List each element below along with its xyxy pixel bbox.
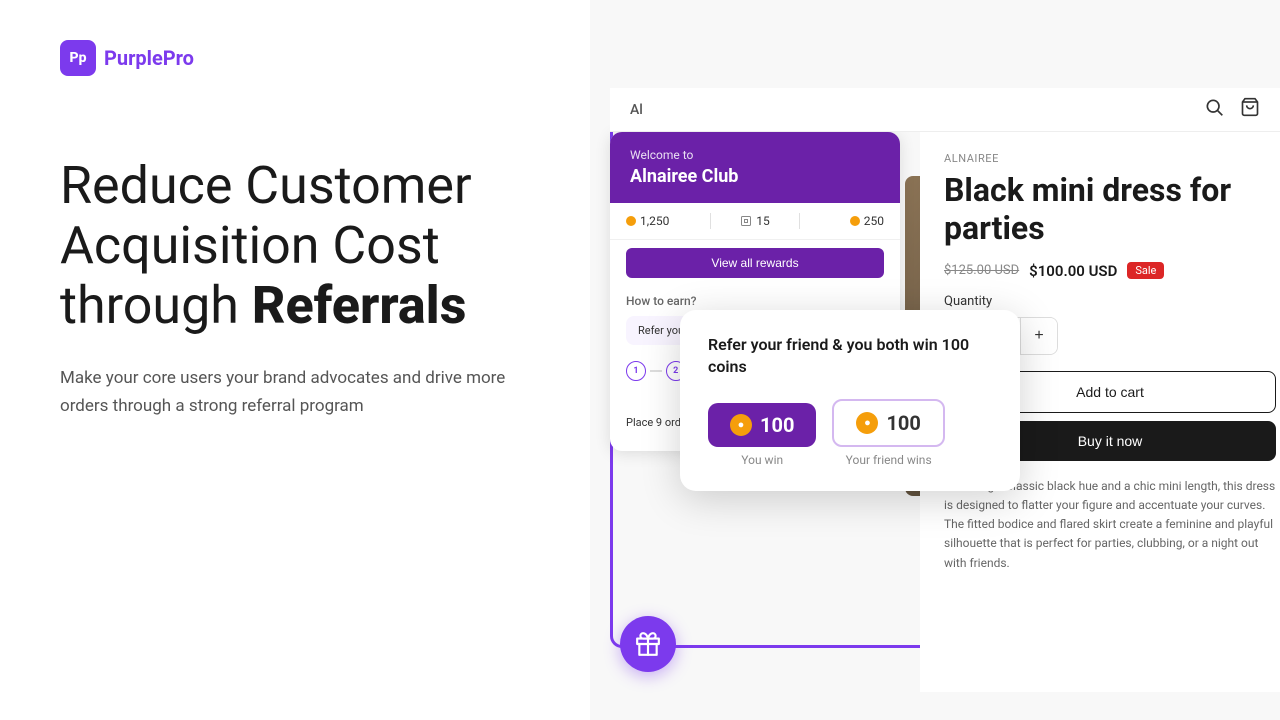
loyalty-header: Welcome to Alnairee Club: [610, 132, 900, 203]
you-coin-icon: ●: [730, 414, 752, 436]
left-panel: Pp PurplePro Reduce Customer Acquisition…: [0, 0, 590, 720]
loyalty-welcome: Welcome to: [630, 148, 880, 162]
cart-icon[interactable]: [1240, 97, 1260, 122]
topbar-icons: [1204, 97, 1260, 122]
stamp-icon: [740, 215, 752, 227]
you-coin-card: ● 100: [708, 403, 816, 447]
loyalty-points-stat: 250: [804, 214, 884, 228]
step-1: 1: [626, 361, 646, 381]
step-line-1: [650, 370, 662, 372]
loyalty-club-name: Alnairee Club: [630, 166, 880, 187]
referral-title: Refer your friend & you both win 100 coi…: [708, 334, 992, 379]
headline: Reduce Customer Acquisition Cost through…: [60, 156, 530, 335]
loyalty-coins-stat: 1,250: [626, 214, 706, 228]
price-sale: $100.00 USD: [1029, 262, 1117, 280]
store-topbar: Al: [610, 88, 1280, 132]
friend-coin-value: 100: [886, 411, 920, 435]
price-original: $125.00 USD: [944, 263, 1019, 278]
friend-coin-card: ● 100: [832, 399, 944, 447]
store-name: Al: [630, 102, 643, 118]
logo-icon: Pp: [60, 40, 96, 76]
how-to-earn-label: How to earn?: [610, 286, 900, 312]
loyalty-stats: 1,250 15 250: [610, 203, 900, 240]
coin-icon: [626, 216, 636, 226]
price-row: $125.00 USD $100.00 USD Sale: [944, 262, 1276, 280]
quantity-increase-button[interactable]: +: [1021, 318, 1057, 354]
search-icon[interactable]: [1204, 97, 1224, 122]
you-win-label: You win: [741, 453, 783, 467]
friend-coin-icon: ●: [856, 412, 878, 434]
you-coin-value: 100: [760, 413, 794, 437]
referral-coins-row: ● 100 You win ● 100 Your friend wins: [708, 399, 992, 467]
gift-fab-button[interactable]: [620, 616, 676, 672]
referral-modal: Refer your friend & you both win 100 coi…: [680, 310, 1020, 491]
points-icon: [850, 216, 860, 226]
gift-icon: [635, 631, 661, 657]
friend-coin-column: ● 100 Your friend wins: [832, 399, 944, 467]
product-title: Black mini dress for parties: [944, 171, 1276, 248]
quantity-label: Quantity: [944, 294, 1276, 309]
product-description: Featuring a classic black hue and a chic…: [944, 477, 1276, 573]
sale-badge: Sale: [1127, 262, 1164, 279]
product-brand: ALNAIREE: [944, 152, 1276, 165]
friend-wins-label: Your friend wins: [846, 453, 932, 467]
stat-divider-2: [799, 213, 800, 229]
loyalty-stamps-stat: 15: [715, 214, 795, 228]
logo-text: PurplePro: [104, 46, 194, 70]
subtext: Make your core users your brand advocate…: [60, 365, 520, 419]
view-rewards-button[interactable]: View all rewards: [626, 248, 884, 278]
you-coin-column: ● 100 You win: [708, 403, 816, 467]
stat-divider-1: [710, 213, 711, 229]
right-panel: Al Welcome to Alnairee Club 1,250 15: [590, 0, 1280, 720]
logo-area: Pp PurplePro: [60, 40, 530, 76]
